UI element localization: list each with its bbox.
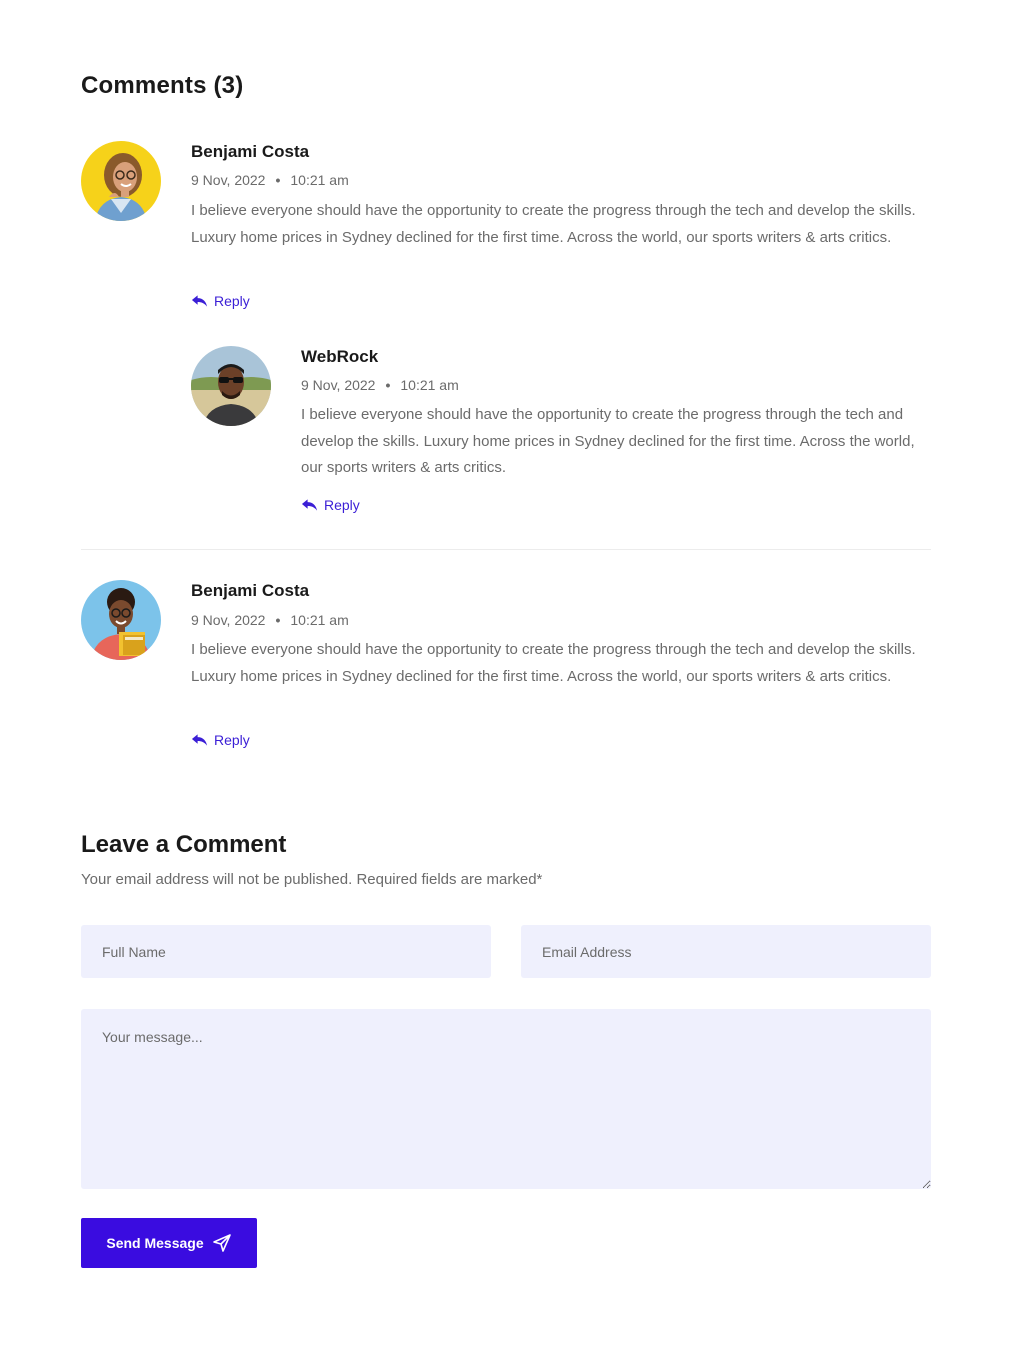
reply-button[interactable]: Reply	[191, 732, 250, 748]
paper-plane-icon	[212, 1234, 231, 1252]
reply-label: Reply	[214, 732, 250, 748]
reply-label: Reply	[324, 497, 360, 513]
comments-divider	[81, 549, 931, 550]
avatar	[81, 141, 161, 221]
man-with-sunglasses-avatar-icon	[191, 346, 271, 426]
comment-time: 10:21 am	[290, 612, 349, 628]
reply-icon	[191, 734, 208, 746]
comment-date: 9 Nov, 2022	[191, 172, 266, 188]
comment-date: 9 Nov, 2022	[191, 612, 266, 628]
comment-time: 10:21 am	[290, 172, 349, 188]
form-heading: Leave a Comment	[81, 831, 287, 858]
comment-meta: 9 Nov, 2022 • 10:21 am	[191, 172, 349, 188]
email-input[interactable]	[521, 925, 931, 978]
comment-time: 10:21 am	[400, 377, 459, 393]
comment-author: WebRock	[301, 347, 379, 366]
full-name-input[interactable]	[81, 925, 491, 978]
comment-text: I believe everyone should have the oppor…	[301, 406, 915, 476]
meta-separator: •	[275, 172, 281, 188]
comment-meta: 9 Nov, 2022 • 10:21 am	[191, 612, 349, 628]
comment-text: I believe everyone should have the oppor…	[191, 641, 916, 685]
send-message-label: Send Message	[106, 1235, 204, 1251]
form-subtitle: Your email address will not be published…	[81, 871, 543, 888]
comment-date: 9 Nov, 2022	[301, 377, 376, 393]
avatar	[81, 580, 161, 660]
reply-button[interactable]: Reply	[191, 293, 250, 309]
woman-with-books-avatar-icon	[81, 580, 161, 660]
comment-author: Benjami Costa	[191, 142, 310, 161]
reply-button[interactable]: Reply	[301, 497, 360, 513]
comment-author: Benjami Costa	[191, 581, 310, 600]
reply-icon	[191, 295, 208, 307]
meta-separator: •	[385, 377, 391, 393]
send-message-button[interactable]: Send Message	[81, 1218, 257, 1268]
comment-text: I believe everyone should have the oppor…	[191, 202, 916, 246]
reply-label: Reply	[214, 293, 250, 309]
reply-icon	[301, 499, 318, 511]
message-textarea[interactable]	[81, 1009, 931, 1189]
meta-separator: •	[275, 612, 281, 628]
comments-heading: Comments (3)	[81, 72, 244, 99]
comment-meta: 9 Nov, 2022 • 10:21 am	[301, 377, 459, 393]
avatar	[191, 346, 271, 426]
woman-with-glasses-avatar-icon	[81, 141, 161, 221]
